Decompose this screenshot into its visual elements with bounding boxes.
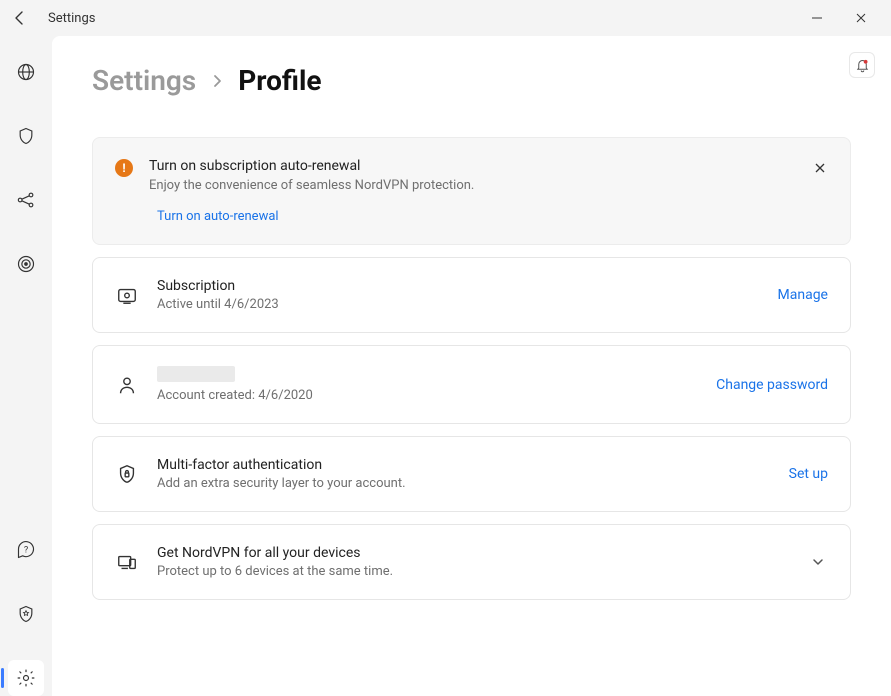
shield-star-icon — [16, 604, 36, 624]
subscription-card: Subscription Active until 4/6/2023 Manag… — [92, 257, 851, 333]
globe-icon — [16, 62, 36, 82]
sidebar-item-target[interactable] — [8, 246, 44, 282]
user-icon — [115, 373, 139, 397]
chevron-right-icon — [212, 74, 222, 88]
mfa-card: Multi-factor authentication Add an extra… — [92, 436, 851, 512]
sidebar: ? — [0, 36, 52, 696]
banner-close-button[interactable] — [812, 160, 828, 176]
banner-subtitle: Enjoy the convenience of seamless NordVP… — [149, 178, 828, 193]
target-icon — [16, 254, 36, 274]
devices-subtitle: Protect up to 6 devices at the same time… — [157, 564, 790, 579]
devices-card[interactable]: Get NordVPN for all your devices Protect… — [92, 524, 851, 600]
sidebar-item-help[interactable]: ? — [8, 532, 44, 568]
bell-icon — [855, 58, 870, 73]
devices-title: Get NordVPN for all your devices — [157, 545, 790, 561]
breadcrumb-current: Profile — [238, 64, 321, 97]
close-button[interactable] — [839, 0, 883, 36]
close-icon — [814, 162, 826, 174]
turn-on-auto-renewal-link[interactable]: Turn on auto-renewal — [157, 209, 279, 224]
minimize-button[interactable] — [795, 0, 839, 36]
window-title: Settings — [48, 11, 95, 26]
mfa-subtitle: Add an extra security layer to your acco… — [157, 476, 771, 491]
notifications-button[interactable] — [849, 52, 875, 78]
account-created-label: Account created: 4/6/2020 — [157, 388, 698, 403]
subscription-icon — [115, 283, 139, 307]
mfa-setup-link[interactable]: Set up — [789, 466, 828, 482]
sidebar-item-security[interactable] — [8, 596, 44, 632]
back-button[interactable] — [8, 6, 32, 30]
subscription-subtitle: Active until 4/6/2023 — [157, 297, 760, 312]
shield-icon — [16, 126, 36, 146]
change-password-link[interactable]: Change password — [716, 377, 828, 393]
breadcrumb: Settings Profile — [92, 64, 851, 97]
account-card: Account created: 4/6/2020 Change passwor… — [92, 345, 851, 424]
devices-icon — [115, 550, 139, 574]
breadcrumb-root[interactable]: Settings — [92, 64, 196, 97]
subscription-title: Subscription — [157, 278, 760, 294]
banner-title: Turn on subscription auto-renewal — [149, 158, 828, 174]
sidebar-item-settings[interactable] — [8, 660, 44, 696]
mfa-title: Multi-factor authentication — [157, 457, 771, 473]
mesh-icon — [16, 190, 36, 210]
sidebar-item-shield[interactable] — [8, 118, 44, 154]
warning-icon: ! — [115, 159, 133, 177]
help-icon: ? — [16, 540, 36, 560]
shield-lock-icon — [115, 462, 139, 486]
manage-subscription-link[interactable]: Manage — [778, 287, 828, 303]
sidebar-item-connect[interactable] — [8, 54, 44, 90]
expand-devices-button[interactable] — [808, 552, 828, 572]
gear-icon — [16, 668, 36, 688]
sidebar-item-mesh[interactable] — [8, 182, 44, 218]
account-email-redacted — [157, 366, 235, 382]
auto-renewal-banner: ! Turn on subscription auto-renewal Enjo… — [92, 137, 851, 245]
svg-text:?: ? — [24, 546, 28, 556]
chevron-down-icon — [811, 555, 825, 569]
